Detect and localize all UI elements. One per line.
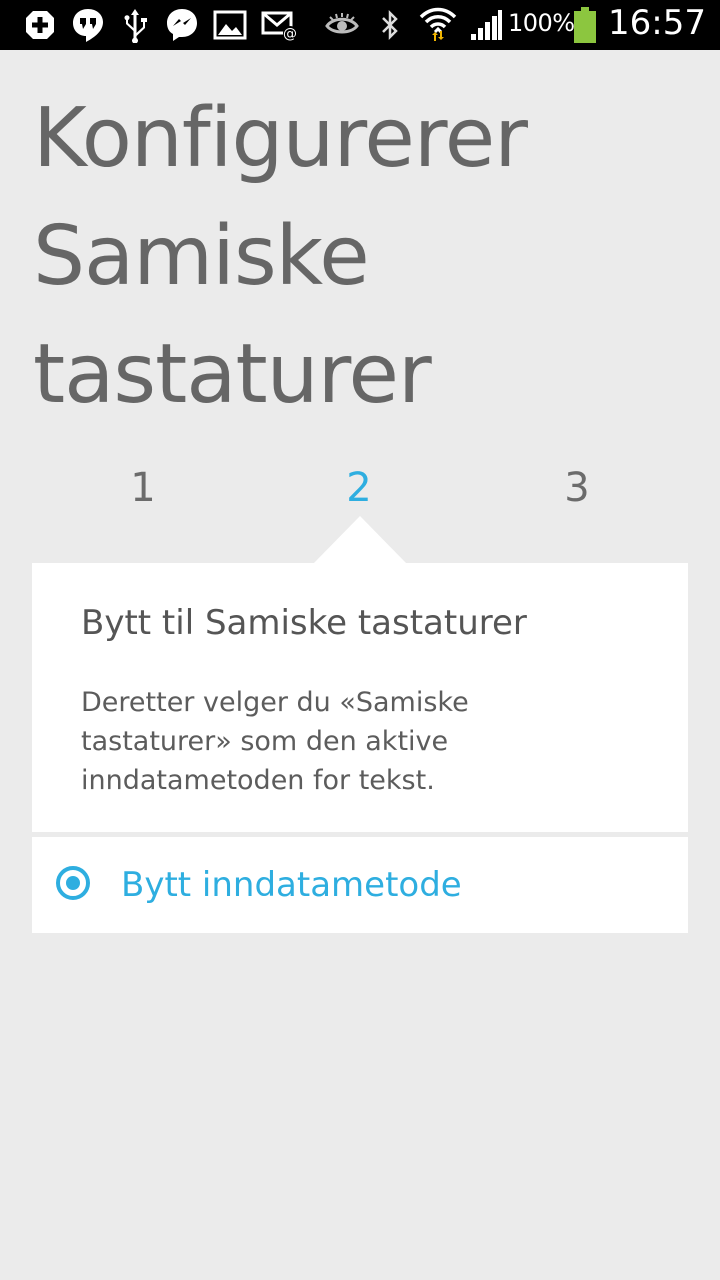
card-description: Deretter velger du «Samiske tastaturer» … [81, 687, 469, 796]
eye-icon [324, 7, 360, 43]
page-title: Konfigurerer Samiske tastaturer [33, 91, 528, 422]
step-3: 3 [564, 465, 590, 511]
hangouts-icon [70, 7, 106, 43]
bluetooth-icon [378, 7, 402, 43]
wifi-icon [418, 7, 458, 43]
messenger-icon [164, 7, 200, 43]
usb-icon [118, 7, 152, 43]
battery-icon [572, 7, 598, 43]
radio-selected-icon [56, 866, 90, 900]
add-icon [22, 7, 58, 43]
email-icon: @ [260, 7, 300, 43]
battery-percent: 100% [508, 9, 575, 37]
svg-text:@: @ [283, 26, 297, 41]
gallery-icon [212, 7, 248, 43]
switch-input-method-button[interactable]: Bytt inndatametode [32, 837, 688, 933]
signal-icon [468, 7, 504, 43]
step-pointer [313, 516, 407, 564]
status-bar: @ 100% 16:57 [0, 0, 720, 50]
radio-dot [66, 876, 80, 890]
step-2-active: 2 [346, 465, 372, 511]
step-1: 1 [130, 465, 156, 511]
switch-input-method-label: Bytt inndatametode [121, 865, 462, 905]
card-title: Bytt til Samiske tastaturer [81, 603, 527, 643]
clock: 16:57 [608, 3, 706, 43]
instruction-card: Bytt til Samiske tastaturer Deretter vel… [32, 563, 688, 832]
